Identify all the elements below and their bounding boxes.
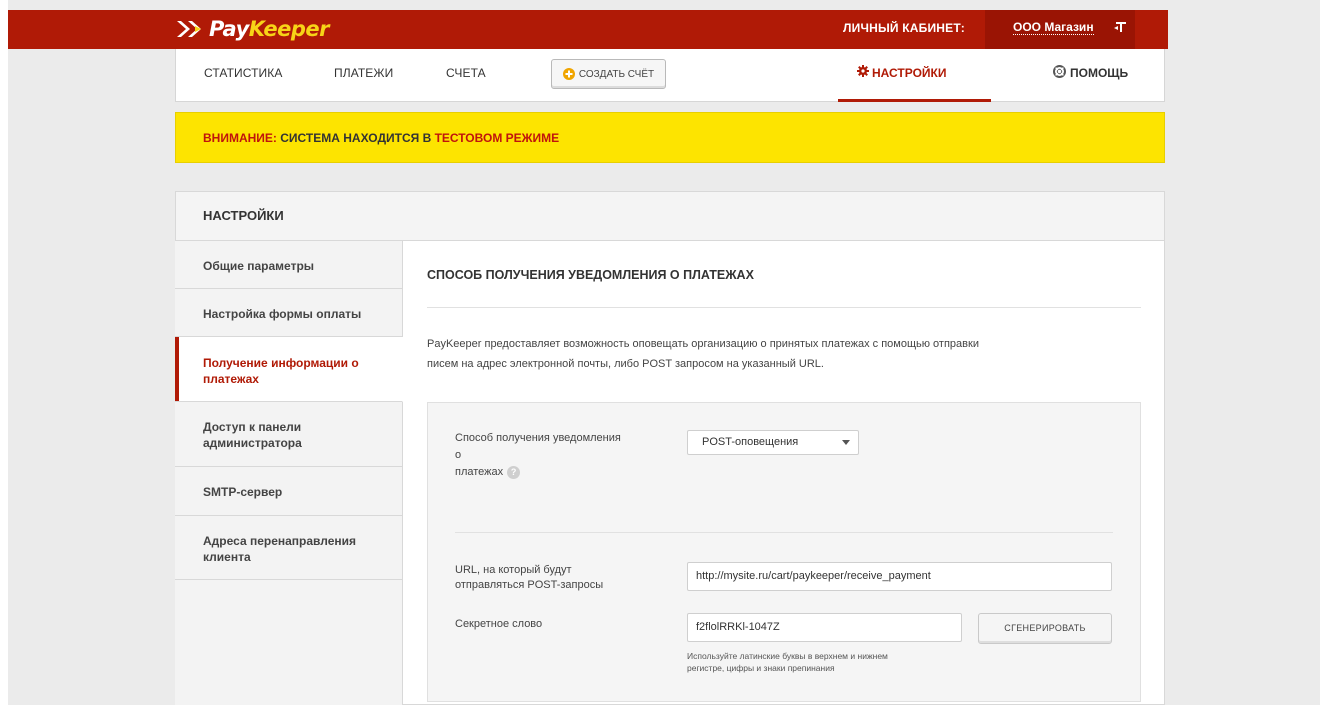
top-bar-gap [1168,10,1320,49]
divider [427,307,1141,308]
url-input[interactable]: http://mysite.ru/cart/paykeeper/receive_… [687,562,1112,591]
plus-circle-icon [562,68,575,80]
description-line: писем на адрес электронной почты, либо P… [427,358,824,370]
sidebar-item-label[interactable]: SMTP-сервер [203,484,378,500]
form-divider [455,532,1113,533]
sidebar-item-label[interactable]: Адреса перенаправления клиента [203,533,373,565]
logo-keeper: Keeper [248,17,330,41]
help-badge[interactable]: ? [507,465,521,479]
cabinet-label: ЛИЧНЫЙ КАБИНЕТ: [843,21,965,35]
test-mode-text: ВНИМАНИЕ: СИСТЕМА НАХОДИТСЯ В ТЕСТОВОМ Р… [203,131,559,145]
logo-text: PayKeeper [209,17,330,41]
method-label-line: Способ получения уведомления [455,432,621,444]
method-label-text: платежах [455,466,504,478]
url-label: URL, на который будут отправляться POST-… [455,563,603,593]
logo-arrows-icon [177,21,201,37]
method-label-line: платежах? [455,465,621,480]
help-lifebuoy-icon [1053,65,1066,78]
warning-mode: ТЕСТОВОМ РЕЖИМЕ [434,131,560,145]
secret-hint: Используйте латинские буквы в верхнем и … [687,650,977,674]
secret-word-input[interactable]: f2flolRRKl-1047Z [687,613,962,642]
sidebar-item-label[interactable]: Доступ к панели администратора [203,419,333,451]
url-label-line: отправляться POST-запросы [455,579,604,591]
nav-settings-label[interactable]: НАСТРОЙКИ [872,66,946,80]
nav-help[interactable]: ПОМОЩЬ [1070,66,1128,80]
secret-label: Секретное слово [455,618,543,630]
main-nav [175,49,1165,102]
chevron-down-icon [842,440,850,445]
gear-icon [857,65,869,77]
section-title: СПОСОБ ПОЛУЧЕНИЯ УВЕДОМЛЕНИЯ О ПЛАТЕЖАХ [427,268,754,282]
logo-pay: Pay [209,17,249,41]
section-description: PayKeeper предоставляет возможность опов… [427,334,1141,374]
sidebar-item-label[interactable]: Общие параметры [203,258,378,274]
nav-statistics[interactable]: СТАТИСТИКА [204,66,282,80]
create-invoice-label: СОЗДАТЬ СЧЁТ [578,68,655,80]
generate-button[interactable]: СГЕНЕРИРОВАТЬ [978,613,1112,644]
settings-panel-header [175,191,1165,241]
method-label-line: о [455,449,462,461]
nav-payments[interactable]: ПЛАТЕЖИ [334,66,393,80]
warning-prefix: ВНИМАНИЕ: [203,131,277,145]
logout-icon[interactable] [1112,17,1130,35]
hint-line: регистре, цифры и знаки препинания [687,663,835,673]
sidebar-item-label[interactable]: Настройка формы оплаты [203,306,378,322]
warning-middle: СИСТЕМА НАХОДИТСЯ В [276,131,435,145]
notification-method-value: POST-оповещения [702,436,799,448]
create-invoice-button[interactable]: СОЗДАТЬ СЧЁТ [551,59,666,89]
sidebar-item-label[interactable]: Получение информации о платежах [203,355,373,387]
method-label: Способ получения уведомления о платежах? [455,431,621,480]
description-line: PayKeeper предоставляет возможность опов… [427,338,979,350]
notification-method-select[interactable]: POST-оповещения [687,430,859,455]
settings-panel-title: НАСТРОЙКИ [203,208,284,223]
url-label-line: URL, на который будут [455,564,572,576]
hint-line: Используйте латинские буквы в верхнем и … [687,651,888,661]
sidebar-active-indicator [175,337,179,401]
account-name-link[interactable]: ООО Магазин [1013,20,1094,35]
nav-invoices[interactable]: СЧЕТА [446,66,486,80]
paykeeper-logo[interactable]: PayKeeper [175,14,330,44]
